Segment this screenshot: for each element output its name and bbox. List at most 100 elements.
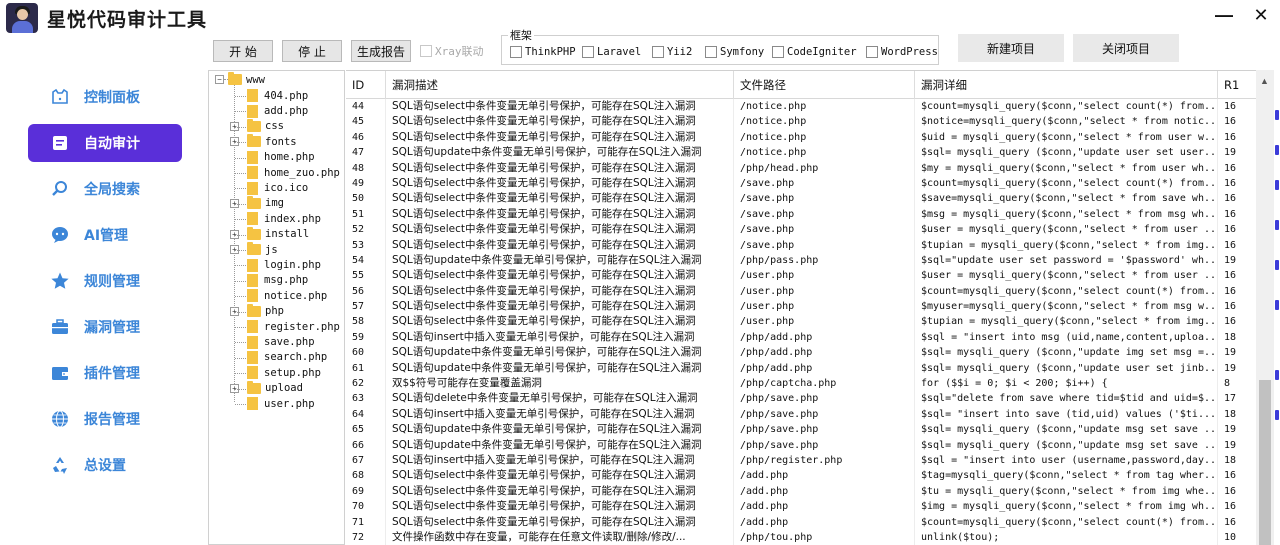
table-row[interactable]: 46 SQL语句select中条件变量无单引号保护，可能存在SQL注入漏洞/not… [346, 129, 1258, 146]
cell-file-path: /add.php [734, 468, 915, 484]
close-window-button[interactable]: ✕ [1250, 4, 1272, 26]
table-row[interactable]: 59 SQL语句insert中插入变量无单引号保护，可能存在SQL注入漏洞/php… [346, 329, 1258, 346]
tree-item[interactable]: css [247, 118, 284, 134]
table-row[interactable]: 56 SQL语句select中条件变量无单引号保护，可能存在SQL注入漏洞/use… [346, 283, 1258, 300]
tree-root[interactable]: www [228, 72, 265, 87]
tree-item[interactable]: add.php [247, 103, 308, 118]
cell-file-path: /php/add.php [734, 360, 915, 377]
framework-option-wordpress[interactable]: WordPress [866, 46, 938, 58]
tree-item[interactable]: search.php [247, 350, 327, 365]
sidebar-item-8[interactable]: 总设置 [28, 446, 182, 484]
tree-item[interactable]: notice.php [247, 288, 327, 303]
framework-option-symfony[interactable]: Symfony [705, 46, 764, 58]
table-header: ID 漏洞描述 文件路径 漏洞详细 R1 [346, 71, 1258, 99]
stop-button[interactable]: 停 止 [282, 40, 342, 62]
tree-item[interactable]: home.php [247, 150, 315, 165]
column-header-file-path[interactable]: 文件路径 [734, 71, 915, 99]
table-row[interactable]: 65 SQL语句update中条件变量无单引号保护，可能存在SQL注入漏洞/php… [346, 422, 1258, 438]
file-icon [247, 166, 258, 180]
table-row[interactable]: 62 双$$符号可能存在变量覆盖漏洞/php/captcha.php for ($$… [346, 376, 1258, 392]
sidebar-item-3[interactable]: AI管理 [28, 216, 182, 254]
start-button[interactable]: 开 始 [213, 40, 273, 62]
tree-item[interactable]: index.php [247, 211, 321, 226]
sidebar-item-0[interactable]: 控制面板 [28, 78, 182, 116]
table-row[interactable]: 52 SQL语句select中条件变量无单引号保护，可能存在SQL注入漏洞/sav… [346, 222, 1258, 238]
table-row[interactable]: 45 SQL语句select中条件变量无单引号保护，可能存在SQL注入漏洞/not… [346, 114, 1258, 130]
file-tree[interactable]: − www 404.php add.php + css + fonts home.php ho… [208, 70, 345, 545]
tree-item[interactable]: user.php [247, 396, 315, 411]
table-row[interactable]: 55 SQL语句select中条件变量无单引号保护，可能存在SQL注入漏洞/use… [346, 268, 1258, 284]
table-row[interactable]: 64 SQL语句insert中插入变量无单引号保护，可能存在SQL注入漏洞/php… [346, 406, 1258, 423]
table-row[interactable]: 47 SQL语句update中条件变量无单引号保护，可能存在SQL注入漏洞/not… [346, 145, 1258, 161]
tree-item[interactable]: save.php [247, 334, 315, 349]
cell-id: 47 [346, 145, 386, 161]
tree-item[interactable]: upload [247, 380, 303, 396]
column-header-detail[interactable]: 漏洞详细 [915, 71, 1218, 99]
column-header-id[interactable]: ID [346, 71, 386, 99]
vertical-scrollbar[interactable]: ▲ [1256, 70, 1274, 545]
table-row[interactable]: 61 SQL语句update中条件变量无单引号保护，可能存在SQL注入漏洞/php… [346, 360, 1258, 377]
cell-detail: $sql= mysqli_query ($conn,"update msg se… [915, 437, 1218, 453]
cell-description: SQL语句select中条件变量无单引号保护，可能存在SQL注入漏洞 [386, 237, 734, 253]
table-row[interactable]: 66 SQL语句update中条件变量无单引号保护，可能存在SQL注入漏洞/php… [346, 437, 1258, 453]
column-header-description[interactable]: 漏洞描述 [386, 71, 734, 99]
tree-item[interactable]: 404.php [247, 88, 308, 103]
column-header-r1[interactable]: R1 [1218, 71, 1258, 99]
table-row[interactable]: 71 SQL语句select中条件变量无单引号保护，可能存在SQL注入漏洞/add… [346, 514, 1258, 530]
tree-item[interactable]: ico.ico [247, 180, 308, 195]
cell-file-path: /save.php [734, 237, 915, 253]
tree-item[interactable]: setup.php [247, 365, 321, 380]
tree-item[interactable]: js [247, 242, 278, 257]
sidebar-item-label: 总设置 [84, 458, 126, 474]
generate-report-button[interactable]: 生成报告 [351, 40, 411, 62]
tree-item[interactable]: fonts [247, 134, 297, 149]
tree-item[interactable]: register.php [247, 319, 340, 334]
cell-r1: 16 [1218, 114, 1258, 130]
table-row[interactable]: 51 SQL语句select中条件变量无单引号保护，可能存在SQL注入漏洞/sav… [346, 206, 1258, 223]
tree-item[interactable]: php [247, 303, 284, 319]
tree-item[interactable]: install [247, 226, 309, 242]
sidebar-item-2[interactable]: 全局搜索 [28, 170, 182, 208]
framework-option-thinkphp[interactable]: ThinkPHP [510, 46, 576, 58]
tree-item[interactable]: home_zuo.php [247, 165, 340, 180]
sidebar-item-5[interactable]: 漏洞管理 [28, 308, 182, 346]
close-project-button[interactable]: 关闭项目 [1073, 34, 1179, 62]
tree-item[interactable]: msg.php [247, 273, 308, 288]
table-row[interactable]: 68 SQL语句select中条件变量无单引号保护，可能存在SQL注入漏洞/add… [346, 468, 1258, 484]
tree-item[interactable]: login.php [247, 257, 321, 272]
cell-id: 61 [346, 360, 386, 377]
table-row[interactable]: 63 SQL语句delete中条件变量无单引号保护，可能存在SQL注入漏洞/php… [346, 391, 1258, 407]
tree-item[interactable]: img [247, 195, 284, 211]
table-row[interactable]: 72 文件操作函数中存在变量，可能存在任意文件读取/删除/修改/.../php/t… [346, 529, 1258, 545]
table-row[interactable]: 50 SQL语句select中条件变量无单引号保护，可能存在SQL注入漏洞/sav… [346, 191, 1258, 207]
sidebar-item-4[interactable]: 规则管理 [28, 262, 182, 300]
table-row[interactable]: 48 SQL语句select中条件变量无单引号保护，可能存在SQL注入漏洞/php… [346, 160, 1258, 176]
table-row[interactable]: 69 SQL语句select中条件变量无单引号保护，可能存在SQL注入漏洞/add… [346, 483, 1258, 500]
new-project-button[interactable]: 新建项目 [958, 34, 1064, 62]
scrollbar-thumb[interactable] [1259, 380, 1271, 545]
table-row[interactable]: 44 SQL语句select中条件变量无单引号保护，可能存在SQL注入漏洞/not… [346, 99, 1258, 115]
framework-option-laravel[interactable]: Laravel [582, 46, 641, 58]
sidebar-item-6[interactable]: 插件管理 [28, 354, 182, 392]
xray-checkbox[interactable]: Xray联动 [420, 43, 484, 59]
cell-file-path: /save.php [734, 222, 915, 238]
cell-detail: $sql = "insert into msg (uid,name,conten… [915, 329, 1218, 346]
table-body: 44 SQL语句select中条件变量无单引号保护，可能存在SQL注入漏洞/not… [346, 99, 1258, 545]
tree-collapse-toggle[interactable]: − [215, 75, 224, 84]
scroll-up-arrow-icon[interactable]: ▲ [1260, 76, 1269, 86]
sidebar-item-7[interactable]: 报告管理 [28, 400, 182, 438]
table-row[interactable]: 57 SQL语句select中条件变量无单引号保护，可能存在SQL注入漏洞/use… [346, 299, 1258, 315]
table-row[interactable]: 67 SQL语句insert中插入变量无单引号保护，可能存在SQL注入漏洞/php… [346, 452, 1258, 469]
framework-option-yii2[interactable]: Yii2 [652, 46, 692, 58]
minimize-button[interactable]: — [1213, 4, 1235, 26]
xray-checkbox-box[interactable] [420, 45, 432, 57]
cell-r1: 18 [1218, 329, 1258, 346]
table-row[interactable]: 58 SQL语句select中条件变量无单引号保护，可能存在SQL注入漏洞/use… [346, 314, 1258, 330]
framework-option-codeigniter[interactable]: CodeIgniter [772, 46, 857, 58]
table-row[interactable]: 60 SQL语句update中条件变量无单引号保护，可能存在SQL注入漏洞/php… [346, 345, 1258, 361]
table-row[interactable]: 54 SQL语句update中条件变量无单引号保护，可能存在SQL注入漏洞/php… [346, 252, 1258, 269]
sidebar-item-1[interactable]: 自动审计 [28, 124, 182, 162]
table-row[interactable]: 53 SQL语句select中条件变量无单引号保护，可能存在SQL注入漏洞/sav… [346, 237, 1258, 253]
table-row[interactable]: 70 SQL语句select中条件变量无单引号保护，可能存在SQL注入漏洞/add… [346, 499, 1258, 515]
table-row[interactable]: 49 SQL语句select中条件变量无单引号保护，可能存在SQL注入漏洞/sav… [346, 175, 1258, 192]
